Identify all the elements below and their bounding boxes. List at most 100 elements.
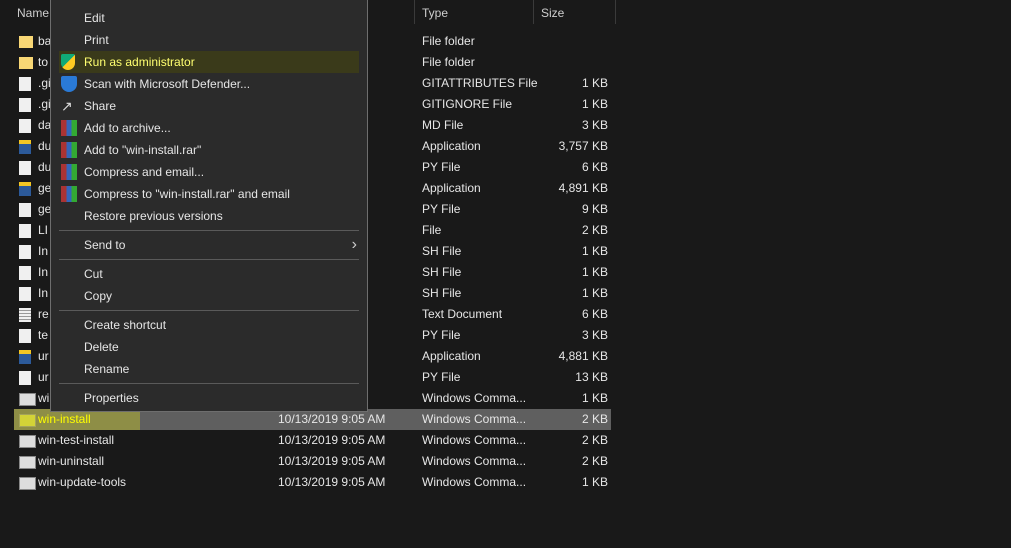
column-divider[interactable] bbox=[533, 0, 534, 24]
file-icon bbox=[19, 266, 31, 280]
file-type: Application bbox=[422, 139, 481, 153]
file-type: SH File bbox=[422, 265, 462, 279]
column-header-name[interactable]: Name bbox=[17, 0, 49, 26]
file-size: 2 KB bbox=[581, 223, 608, 237]
file-row[interactable]: win-update-tools 10/13/2019 9:05 AM Wind… bbox=[14, 472, 611, 493]
menu-item-rename[interactable]: Rename bbox=[59, 358, 359, 380]
file-size: 6 KB bbox=[581, 307, 608, 321]
file-name: In bbox=[38, 265, 49, 279]
file-name: In bbox=[38, 244, 49, 258]
menu-item-edit[interactable]: Edit bbox=[59, 7, 359, 29]
menu-item-label: Create shortcut bbox=[84, 318, 167, 332]
column-header-type[interactable]: Type bbox=[422, 0, 448, 26]
file-size: 2 KB bbox=[581, 454, 608, 468]
menu-item-label: Run as administrator bbox=[84, 55, 195, 69]
cmd-icon bbox=[19, 456, 36, 469]
cmd-icon bbox=[19, 477, 36, 490]
menu-item-compress-to-win-install-rar-and-email[interactable]: Compress to "win-install.rar" and email bbox=[59, 183, 359, 205]
file-size: 9 KB bbox=[581, 202, 608, 216]
file-icon bbox=[19, 119, 31, 133]
menu-item-cut[interactable]: Cut bbox=[59, 263, 359, 285]
menu-item-add-to-win-install-rar[interactable]: Add to "win-install.rar" bbox=[59, 139, 359, 161]
cmd-icon bbox=[19, 393, 36, 406]
file-size: 1 KB bbox=[581, 286, 608, 300]
file-name: .gi bbox=[38, 97, 51, 111]
cmd-icon bbox=[19, 435, 36, 448]
file-size: 1 KB bbox=[581, 97, 608, 111]
column-divider[interactable] bbox=[414, 0, 415, 24]
menu-separator bbox=[59, 259, 359, 260]
share-icon: ↗ bbox=[61, 98, 73, 114]
file-type: PY File bbox=[422, 328, 461, 342]
menu-separator bbox=[59, 383, 359, 384]
file-type: PY File bbox=[422, 202, 461, 216]
file-icon bbox=[19, 77, 31, 91]
file-date: 10/13/2019 9:05 AM bbox=[278, 412, 386, 426]
file-name: LI bbox=[38, 223, 49, 237]
file-type: PY File bbox=[422, 160, 461, 174]
file-row[interactable]: win-install 10/13/2019 9:05 AM Windows C… bbox=[14, 409, 611, 430]
file-type: MD File bbox=[422, 118, 464, 132]
file-row[interactable]: win-uninstall 10/13/2019 9:05 AM Windows… bbox=[14, 451, 611, 472]
menu-item-label: Restore previous versions bbox=[84, 209, 223, 223]
app-icon bbox=[19, 140, 31, 154]
file-name: win-test-install bbox=[38, 433, 115, 447]
file-type: Windows Comma... bbox=[422, 454, 527, 468]
file-icon bbox=[19, 203, 31, 217]
file-type: GITIGNORE File bbox=[422, 97, 513, 111]
file-name: win-install bbox=[14, 409, 140, 430]
file-size: 4,891 KB bbox=[558, 181, 608, 195]
file-size: 4,881 KB bbox=[558, 349, 608, 363]
menu-item-copy[interactable]: Copy bbox=[59, 285, 359, 307]
file-type: File bbox=[422, 223, 442, 237]
file-icon bbox=[19, 98, 31, 112]
file-type: PY File bbox=[422, 370, 461, 384]
file-name: win-uninstall bbox=[38, 454, 105, 468]
menu-item-send-to[interactable]: Send to › bbox=[59, 234, 359, 256]
folder-icon bbox=[19, 57, 33, 69]
menu-item-properties[interactable]: Properties bbox=[59, 387, 359, 409]
menu-separator bbox=[59, 230, 359, 231]
file-row[interactable]: win-test-install 10/13/2019 9:05 AM Wind… bbox=[14, 430, 611, 451]
menu-item-compress-and-email[interactable]: Compress and email... bbox=[59, 161, 359, 183]
file-size: 3 KB bbox=[581, 328, 608, 342]
menu-item-create-shortcut[interactable]: Create shortcut bbox=[59, 314, 359, 336]
file-name: .gi bbox=[38, 76, 51, 90]
file-size: 1 KB bbox=[581, 76, 608, 90]
file-size: 1 KB bbox=[581, 265, 608, 279]
file-name: te bbox=[38, 328, 49, 342]
menu-item-label: Edit bbox=[84, 11, 105, 25]
file-type: GITATTRIBUTES File bbox=[422, 76, 538, 90]
menu-item-label: Add to archive... bbox=[84, 121, 171, 135]
file-type: Windows Comma... bbox=[422, 433, 527, 447]
menu-separator bbox=[59, 310, 359, 311]
file-icon bbox=[19, 371, 31, 385]
menu-item-label: Print bbox=[84, 33, 109, 47]
menu-item-label: Add to "win-install.rar" bbox=[84, 143, 202, 157]
file-type: File folder bbox=[422, 55, 475, 69]
menu-item-print[interactable]: Print bbox=[59, 29, 359, 51]
column-header-size[interactable]: Size bbox=[541, 0, 564, 26]
file-size: 6 KB bbox=[581, 160, 608, 174]
menu-item-delete[interactable]: Delete bbox=[59, 336, 359, 358]
file-name: re bbox=[38, 307, 49, 321]
file-size: 1 KB bbox=[581, 244, 608, 258]
menu-item-add-to-archive[interactable]: Add to archive... bbox=[59, 117, 359, 139]
file-date: 10/13/2019 9:05 AM bbox=[278, 433, 386, 447]
file-size: 1 KB bbox=[581, 391, 608, 405]
file-icon bbox=[19, 287, 31, 301]
menu-item-scan-with-microsoft-defender[interactable]: Scan with Microsoft Defender... bbox=[59, 73, 359, 95]
file-type: Windows Comma... bbox=[422, 475, 527, 489]
context-menu: Edit Print Run as administrator Scan with M… bbox=[50, 0, 368, 412]
column-divider[interactable] bbox=[615, 0, 616, 24]
file-icon bbox=[19, 224, 31, 238]
menu-item-share[interactable]: ↗ Share bbox=[59, 95, 359, 117]
file-size: 13 KB bbox=[575, 370, 608, 384]
file-name: to bbox=[38, 55, 49, 69]
file-name: ur bbox=[38, 370, 49, 384]
menu-item-run-as-administrator[interactable]: Run as administrator bbox=[59, 51, 359, 73]
winrar-icon bbox=[61, 120, 77, 136]
menu-item-restore-previous-versions[interactable]: Restore previous versions bbox=[59, 205, 359, 227]
file-type: Application bbox=[422, 349, 481, 363]
file-name: In bbox=[38, 286, 49, 300]
